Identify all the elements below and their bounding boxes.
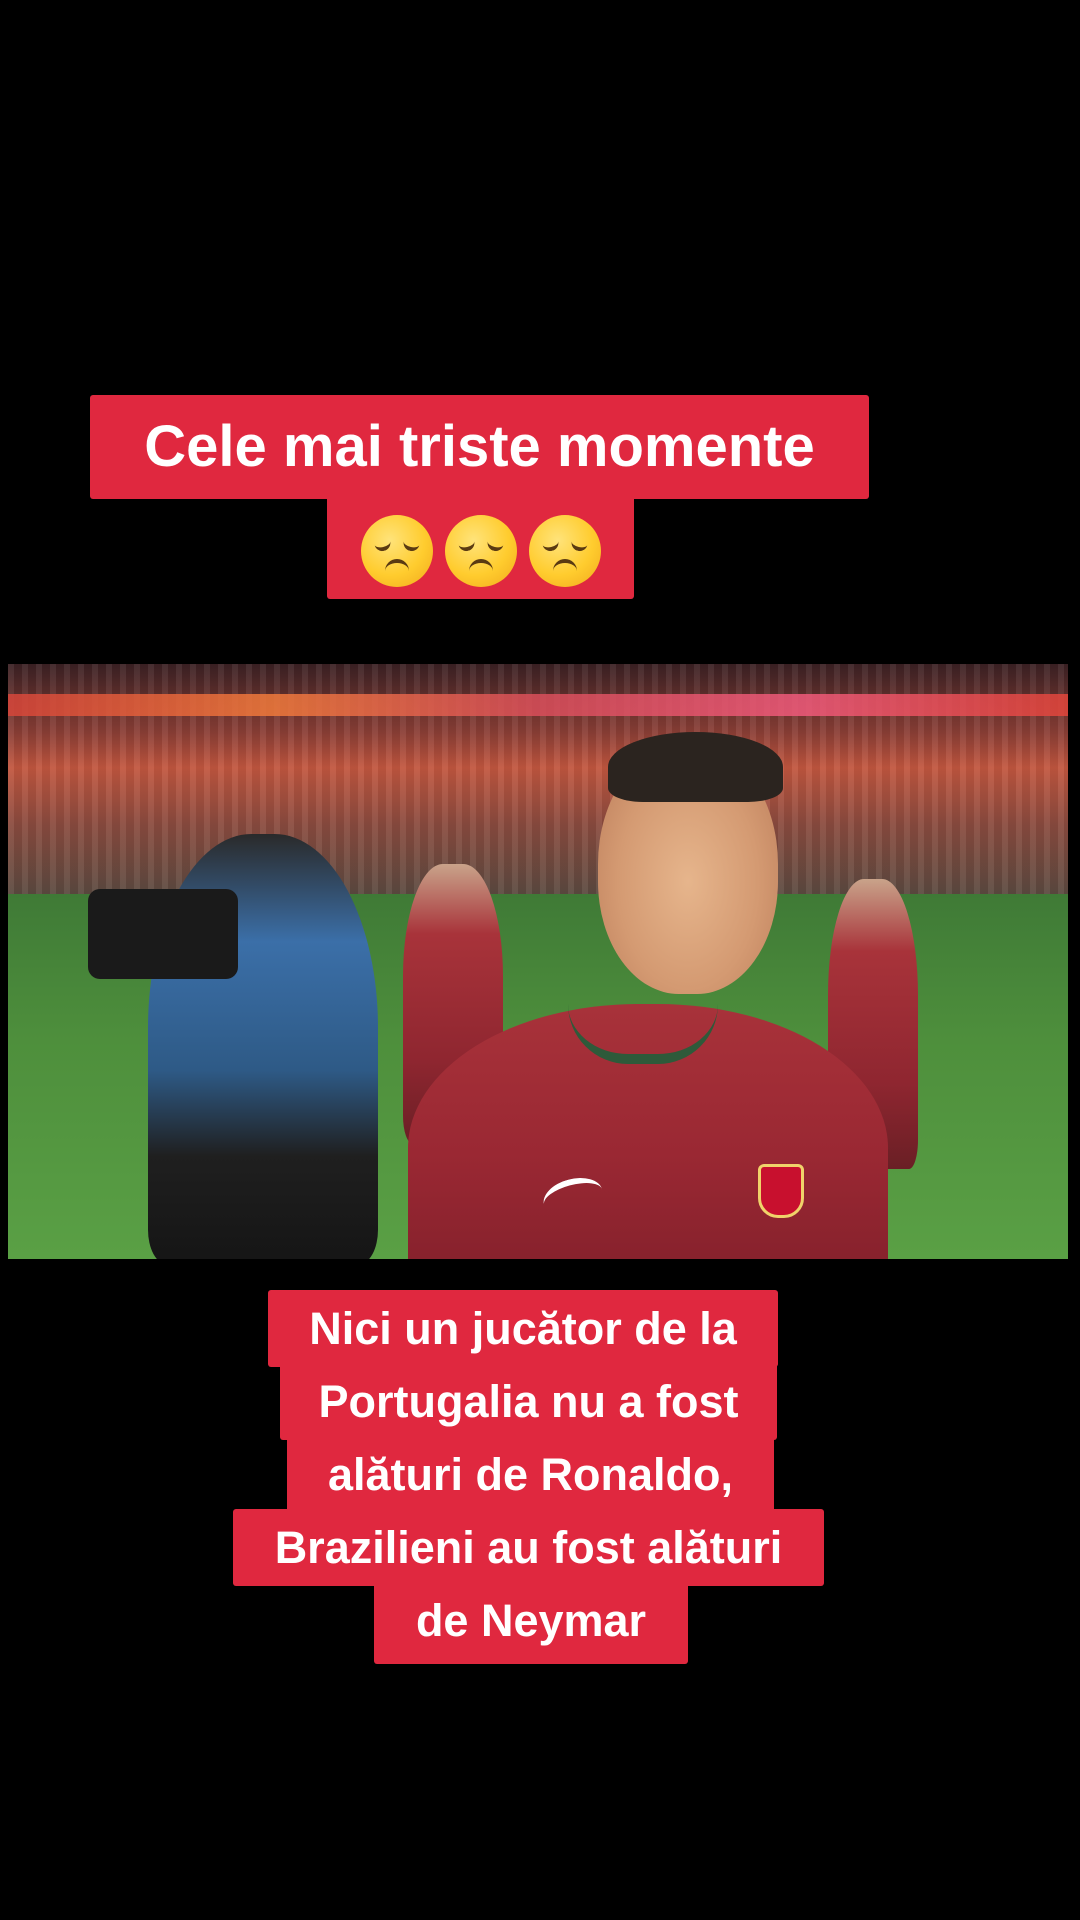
team-crest-icon	[758, 1164, 804, 1218]
stadium-banner	[8, 694, 1068, 716]
bottom-caption-line-5: de Neymar	[374, 1582, 688, 1664]
camera-icon	[88, 889, 238, 979]
top-caption-emoji-line	[327, 495, 634, 599]
disappointed-face-icon	[360, 515, 433, 588]
main-player-hair	[608, 732, 783, 802]
bottom-caption-line-4: Brazilieni au fost alături	[233, 1509, 824, 1586]
disappointed-face-icon	[444, 515, 517, 588]
bottom-caption-line-1: Nici un jucător de la	[268, 1290, 778, 1367]
bottom-caption-line-2: Portugalia nu a fost	[280, 1363, 777, 1440]
video-still[interactable]	[8, 664, 1068, 1259]
disappointed-face-icon	[528, 515, 601, 588]
bottom-caption-line-3: alături de Ronaldo,	[287, 1436, 774, 1513]
top-caption-line-1: Cele mai triste momente	[90, 395, 869, 499]
